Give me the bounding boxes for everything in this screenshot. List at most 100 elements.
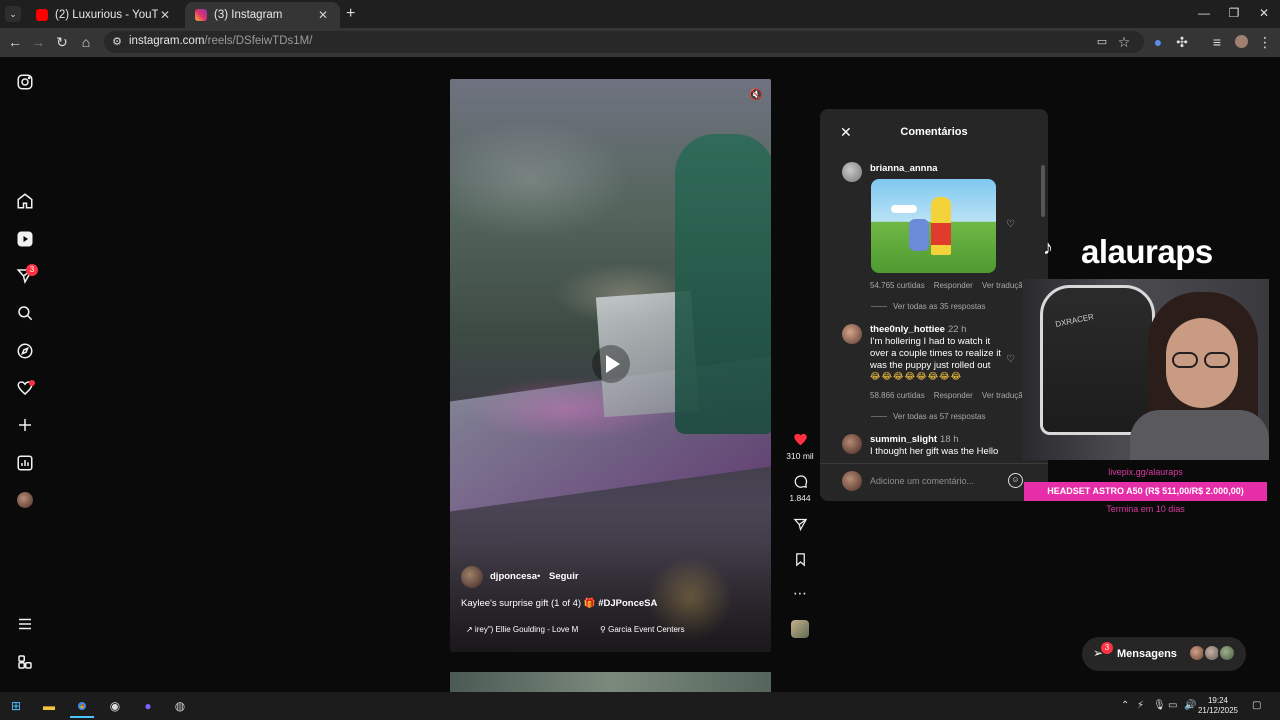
- reel-location[interactable]: ⚲ Garcia Event Centers: [600, 625, 685, 634]
- tiktok-logo-icon: ♪: [1043, 237, 1053, 259]
- comment-username[interactable]: thee0nly_hottiee 22 h: [870, 324, 966, 335]
- comment-username[interactable]: brianna_annna: [870, 163, 938, 174]
- extension-icon[interactable]: ●: [1150, 35, 1166, 50]
- play-button[interactable]: [592, 345, 630, 383]
- home-button-icon[interactable]: ⌂: [78, 35, 94, 50]
- instagram-logo-icon[interactable]: [14, 71, 36, 93]
- microphone-icon[interactable]: 🎙: [1153, 700, 1166, 711]
- close-window-button[interactable]: ✕: [1256, 6, 1272, 20]
- reload-icon[interactable]: ↻: [54, 35, 70, 50]
- emoji-picker-icon[interactable]: ☺: [1008, 473, 1023, 488]
- share-icon: [792, 518, 807, 531]
- translate-link[interactable]: Ver tradução: [982, 281, 1027, 290]
- bookmark-star-icon[interactable]: ☆: [1116, 35, 1132, 50]
- comment-text: I thought her gift was the Hello: [870, 446, 999, 457]
- comment-button[interactable]: [791, 472, 809, 490]
- translate-link[interactable]: Ver tradução: [982, 391, 1027, 400]
- reply-link[interactable]: Responder: [934, 391, 973, 400]
- install-app-icon[interactable]: ▭: [1094, 35, 1110, 50]
- menu-icon[interactable]: [14, 613, 36, 635]
- location-pin-icon: ⚲: [600, 625, 609, 634]
- minimize-button[interactable]: —: [1196, 6, 1212, 20]
- chair-brand: DXRACER: [1054, 312, 1095, 329]
- tab-title: (2) Luxurious - YouTube: [55, 9, 158, 21]
- obs-icon[interactable]: ◉: [107, 699, 123, 714]
- heart-filled-icon: [793, 433, 807, 445]
- instagram-icon: [195, 9, 207, 21]
- extensions-puzzle-icon[interactable]: ✣: [1174, 35, 1190, 50]
- share-button[interactable]: [791, 515, 809, 533]
- like-button[interactable]: [791, 430, 809, 448]
- gif-dress: [931, 223, 951, 245]
- reel-owner-username[interactable]: djponcesa: [490, 571, 537, 582]
- comment-avatar[interactable]: [842, 162, 862, 182]
- webcam-gaming-chair: DXRACER: [1040, 285, 1155, 435]
- bookmark-icon: [795, 552, 805, 566]
- notification-dot: [29, 380, 35, 386]
- comment-like-icon[interactable]: ♡: [1006, 354, 1015, 365]
- next-reel-preview[interactable]: [450, 672, 771, 694]
- reply-link[interactable]: Responder: [934, 281, 973, 290]
- search-icon[interactable]: [14, 302, 36, 324]
- tray-app-icon[interactable]: ⚡: [1137, 700, 1144, 711]
- restore-button[interactable]: ❐: [1226, 6, 1242, 20]
- volume-icon[interactable]: 🔇: [749, 88, 763, 101]
- file-explorer-icon[interactable]: ▬: [41, 699, 57, 714]
- close-tab-icon[interactable]: ✕: [316, 8, 330, 22]
- add-comment-input[interactable]: Adicione um comentário...: [870, 476, 974, 486]
- tab-instagram[interactable]: (3) Instagram ✕: [185, 2, 340, 28]
- reel-owner-avatar[interactable]: [461, 566, 483, 588]
- windows-start-icon[interactable]: ⊞: [8, 699, 24, 714]
- back-icon[interactable]: ←: [7, 35, 23, 50]
- comment-username-text: thee0nly_hottiee: [870, 324, 945, 335]
- comments-scrollbar[interactable]: [1041, 165, 1045, 217]
- comment-avatar[interactable]: [842, 434, 862, 454]
- profile-avatar[interactable]: [14, 489, 36, 511]
- comment-avatar[interactable]: [842, 324, 862, 344]
- profile-avatar-icon[interactable]: [1233, 35, 1249, 51]
- comment-like-icon[interactable]: ♡: [1006, 219, 1015, 230]
- media-controls-icon[interactable]: ≡: [1209, 35, 1225, 50]
- browser-menu-icon[interactable]: ⋮: [1257, 35, 1273, 50]
- site-info-icon[interactable]: ⚙: [109, 35, 125, 50]
- tab-youtube[interactable]: (2) Luxurious - YouTube ✕: [26, 2, 182, 28]
- like-count: 310 mil: [786, 451, 814, 461]
- location-text: Garcia Event Centers: [608, 625, 685, 634]
- create-icon[interactable]: [14, 414, 36, 436]
- taskbar-clock[interactable]: 19:24 21/12/2025: [1192, 696, 1244, 716]
- close-tab-icon[interactable]: ✕: [158, 8, 172, 22]
- reel-overlay: [450, 540, 771, 652]
- view-replies-link[interactable]: Ver todas as 35 respostas: [871, 302, 986, 311]
- comment-username[interactable]: summin_slight 18 h: [870, 434, 959, 445]
- more-options-icon[interactable]: ⋯: [791, 584, 809, 602]
- forward-icon[interactable]: →: [30, 35, 46, 50]
- reel-music[interactable]: ↗ irey") Ellie Goulding - Love M: [466, 625, 578, 634]
- audio-thumbnail[interactable]: [791, 620, 809, 638]
- donation-goal-bar: HEADSET ASTRO A50 (R$ 511,00/R$ 2.000,00…: [1024, 482, 1267, 501]
- save-button[interactable]: [791, 550, 809, 568]
- threads-icon[interactable]: [14, 651, 36, 673]
- glasses-left: [1172, 352, 1198, 368]
- explore-icon[interactable]: [14, 340, 36, 362]
- active-app-indicator: [70, 716, 94, 718]
- app-icon[interactable]: ◍: [172, 699, 188, 714]
- messages-badge: 3: [1101, 642, 1113, 654]
- play-icon: [606, 355, 620, 373]
- comment-gif: [871, 179, 996, 273]
- discord-icon[interactable]: ●: [140, 699, 156, 714]
- new-tab-button[interactable]: +: [346, 5, 355, 23]
- caption-hashtag[interactable]: #DJPonceSA: [598, 598, 657, 609]
- view-replies-link[interactable]: Ver todas as 57 respostas: [871, 412, 986, 421]
- dashboard-icon[interactable]: [14, 452, 36, 474]
- network-icon[interactable]: ▭: [1168, 700, 1177, 711]
- follow-button[interactable]: Seguir: [549, 571, 579, 582]
- tab-search-button[interactable]: ⌄: [5, 6, 21, 22]
- home-icon[interactable]: [14, 190, 36, 212]
- reels-icon[interactable]: [14, 228, 36, 250]
- comment-meta: 54.765 curtidas Responder Ver tradução: [870, 281, 1036, 290]
- tray-expand-icon[interactable]: ⌃: [1121, 700, 1129, 711]
- notification-center-icon[interactable]: ▢: [1252, 700, 1261, 711]
- streamer-name: alauraps: [1081, 233, 1213, 270]
- message-avatar: [1218, 644, 1236, 662]
- chrome-icon[interactable]: [74, 699, 90, 714]
